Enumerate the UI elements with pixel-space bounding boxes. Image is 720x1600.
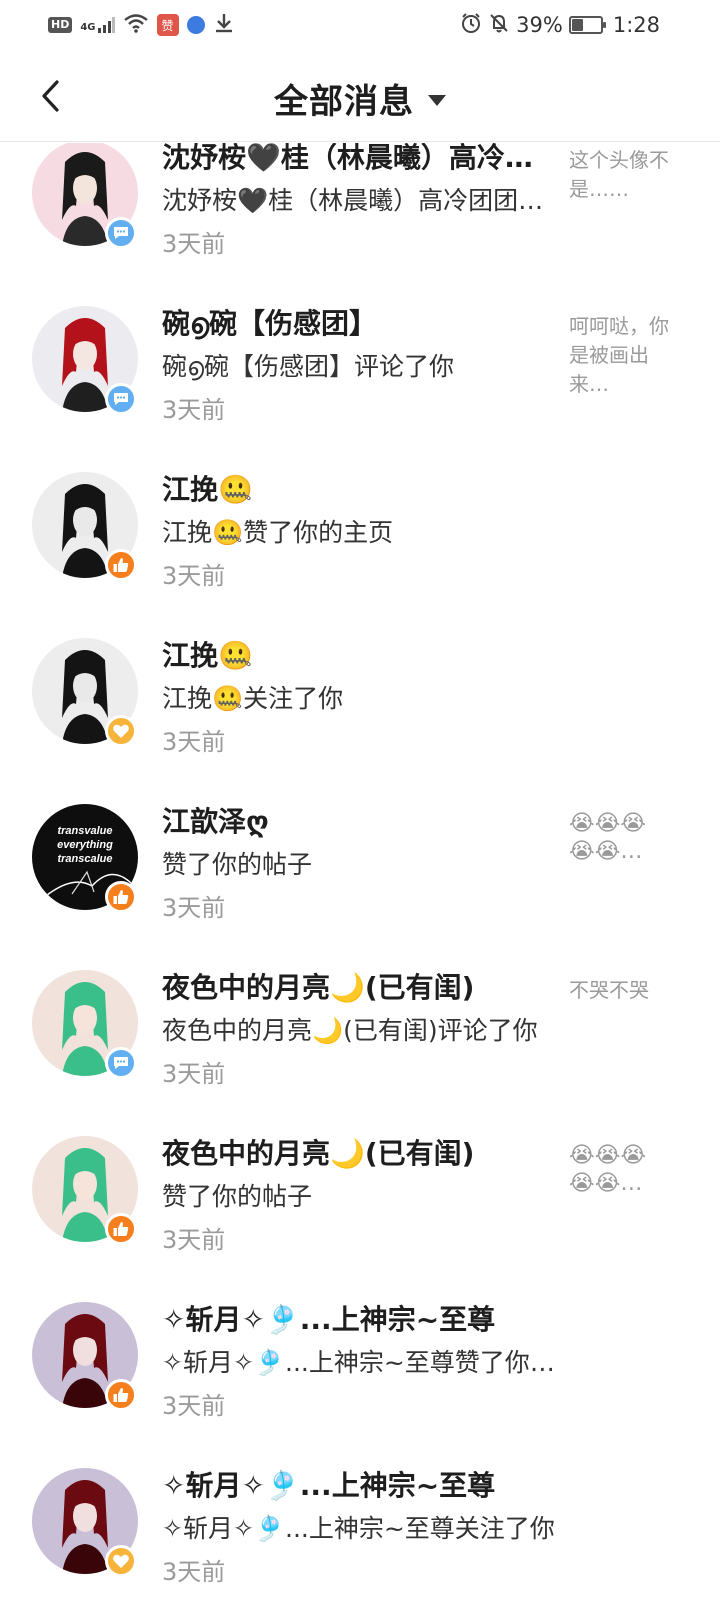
like-badge <box>105 549 137 581</box>
message-text: 江歆泽ღ 赞了你的帖子 3天前 <box>162 802 557 926</box>
status-right: 39% 1:28 <box>460 10 660 40</box>
message-filter-dropdown[interactable]: 全部消息 <box>0 74 720 123</box>
message-time: 3天前 <box>162 1558 226 1586</box>
message-text: 江挽🤐 江挽🤐关注了你 3天前 <box>162 636 557 760</box>
page-title: 全部消息 <box>274 82 414 122</box>
message-item[interactable]: ✧斩月✧🎐...上神宗~至尊✧斩月✧🎐...上神宗~至尊赞了你的帖子3天前 <box>0 1250 720 1420</box>
content-snippet[interactable]: 这个头像不是…… <box>569 146 669 204</box>
network-type: 4G <box>80 22 96 33</box>
wifi-icon <box>123 13 149 37</box>
follow-badge <box>105 715 137 747</box>
notification-app-icon: 赞 <box>156 14 179 36</box>
message-action: 赞了你的帖子 <box>162 850 313 879</box>
browser-app-icon <box>186 16 205 34</box>
message-action: 赞了你的帖子 <box>162 1182 313 1211</box>
mute-bell-icon <box>488 12 510 39</box>
follow-badge <box>105 1545 137 1577</box>
thumbs-up-icon <box>113 558 129 572</box>
sender-name[interactable]: 江歆泽ღ <box>162 802 557 842</box>
message-action: 江挽🤐赞了你的主页 <box>162 518 394 547</box>
avatar-caption: everything <box>57 839 113 851</box>
battery-percent: 39% <box>516 13 563 37</box>
content-snippet[interactable]: 😭😭😭😭😭… <box>569 810 669 866</box>
message-item[interactable]: 夜色中的月亮🌙(已有闺) 赞了你的帖子 3天前 😭😭😭😭😭… <box>0 1084 720 1254</box>
signal-icon: 4G <box>80 17 115 33</box>
message-text: 夜色中的月亮🌙(已有闺) 夜色中的月亮🌙(已有闺)评论了你 3天前 <box>162 968 557 1092</box>
download-icon <box>213 12 235 38</box>
content-snippet[interactable]: 不哭不哭 <box>569 976 669 1005</box>
comment-badge <box>105 217 137 249</box>
message-action: 江挽🤐关注了你 <box>162 684 344 713</box>
message-item[interactable]: 江挽🤐 江挽🤐赞了你的主页 3天前 <box>0 420 720 590</box>
message-item[interactable]: ✧斩月✧🎐...上神宗~至尊 ✧斩月✧🎐...上神宗~至尊关注了你 3天前 <box>0 1416 720 1586</box>
content-snippet[interactable]: 呵呵哒，你是被画出来… <box>569 312 669 399</box>
sender-name[interactable]: 夜色中的月亮🌙(已有闺) <box>162 1134 557 1174</box>
avatar-caption: transcalue <box>57 853 112 865</box>
status-left: HD 4G 赞 <box>48 12 235 38</box>
top-nav-bar: 全部消息 <box>0 50 720 142</box>
message-action: ✧斩月✧🎐...上神宗~至尊关注了你 <box>162 1514 555 1543</box>
caret-down-icon <box>428 95 446 106</box>
sender-name[interactable]: 碗൭碗【伤感团】 <box>162 304 557 344</box>
sender-name[interactable]: ✧斩月✧🎐...上神宗~至尊 <box>162 1466 557 1506</box>
comment-badge <box>105 1047 137 1079</box>
message-item[interactable]: 夜色中的月亮🌙(已有闺) 夜色中的月亮🌙(已有闺)评论了你 3天前 不哭不哭 <box>0 918 720 1088</box>
heart-icon <box>113 724 129 738</box>
message-action: 夜色中的月亮🌙(已有闺)评论了你 <box>162 1016 538 1045</box>
message-text: 碗൭碗【伤感团】 碗൭碗【伤感团】评论了你 3天前 <box>162 304 557 428</box>
message-item[interactable]: 碗൭碗【伤感团】 碗൭碗【伤感团】评论了你 3天前 呵呵哒，你是被画出来… <box>0 254 720 424</box>
message-action: 沈妤桉🖤桂（林晨曦）高冷团团长评论了你 <box>162 186 557 215</box>
comment-icon <box>114 393 128 405</box>
sender-name[interactable]: 沈妤桉🖤桂（林晨曦）高冷团团长 <box>162 143 557 178</box>
message-action: ✧斩月✧🎐...上神宗~至尊赞了你的帖子 <box>162 1348 557 1377</box>
avatar-caption: transvalue <box>57 825 112 837</box>
alarm-icon <box>460 12 482 39</box>
sender-name[interactable]: 江挽🤐 <box>162 636 557 676</box>
message-action: 碗൭碗【伤感团】评论了你 <box>162 352 455 381</box>
like-badge <box>105 1213 137 1245</box>
battery-icon <box>568 16 606 34</box>
comment-icon <box>114 227 128 239</box>
like-badge <box>105 881 137 913</box>
message-item[interactable]: 沈妤桉🖤桂（林晨曦）高冷团团长沈妤桉🖤桂（林晨曦）高冷团团长评论了你3天前这个头… <box>0 143 720 258</box>
comment-badge <box>105 383 137 415</box>
thumbs-up-icon <box>113 1388 129 1402</box>
comment-icon <box>114 1057 128 1069</box>
message-text: 沈妤桉🖤桂（林晨曦）高冷团团长沈妤桉🖤桂（林晨曦）高冷团团长评论了你3天前 <box>162 143 557 262</box>
sender-name[interactable]: ✧斩月✧🎐...上神宗~至尊 <box>162 1300 557 1340</box>
heart-icon <box>113 1554 129 1568</box>
message-item[interactable]: 江挽🤐 江挽🤐关注了你 3天前 <box>0 586 720 756</box>
thumbs-up-icon <box>113 890 129 904</box>
message-text: ✧斩月✧🎐...上神宗~至尊 ✧斩月✧🎐...上神宗~至尊关注了你 3天前 <box>162 1466 557 1590</box>
sender-name[interactable]: 夜色中的月亮🌙(已有闺) <box>162 968 557 1008</box>
hd-icon: HD <box>48 17 73 33</box>
clock-time: 1:28 <box>612 13 660 37</box>
battery-fill <box>571 19 583 31</box>
message-text: 夜色中的月亮🌙(已有闺) 赞了你的帖子 3天前 <box>162 1134 557 1258</box>
sender-name[interactable]: 江挽🤐 <box>162 470 557 510</box>
like-badge <box>105 1379 137 1411</box>
content-snippet[interactable]: 😭😭😭😭😭… <box>569 1142 669 1198</box>
message-text: 江挽🤐 江挽🤐赞了你的主页 3天前 <box>162 470 557 594</box>
message-text: ✧斩月✧🎐...上神宗~至尊✧斩月✧🎐...上神宗~至尊赞了你的帖子3天前 <box>162 1300 557 1424</box>
status-bar: HD 4G 赞 39% 1:28 <box>0 0 720 50</box>
thumbs-up-icon <box>113 1222 129 1236</box>
message-item[interactable]: transvalue everything transcalue 江歆泽ღ 赞了你的帖子… <box>0 752 720 922</box>
message-list[interactable]: 沈妤桉🖤桂（林晨曦）高冷团团长沈妤桉🖤桂（林晨曦）高冷团团长评论了你 3天前 这个头… <box>0 143 720 1600</box>
